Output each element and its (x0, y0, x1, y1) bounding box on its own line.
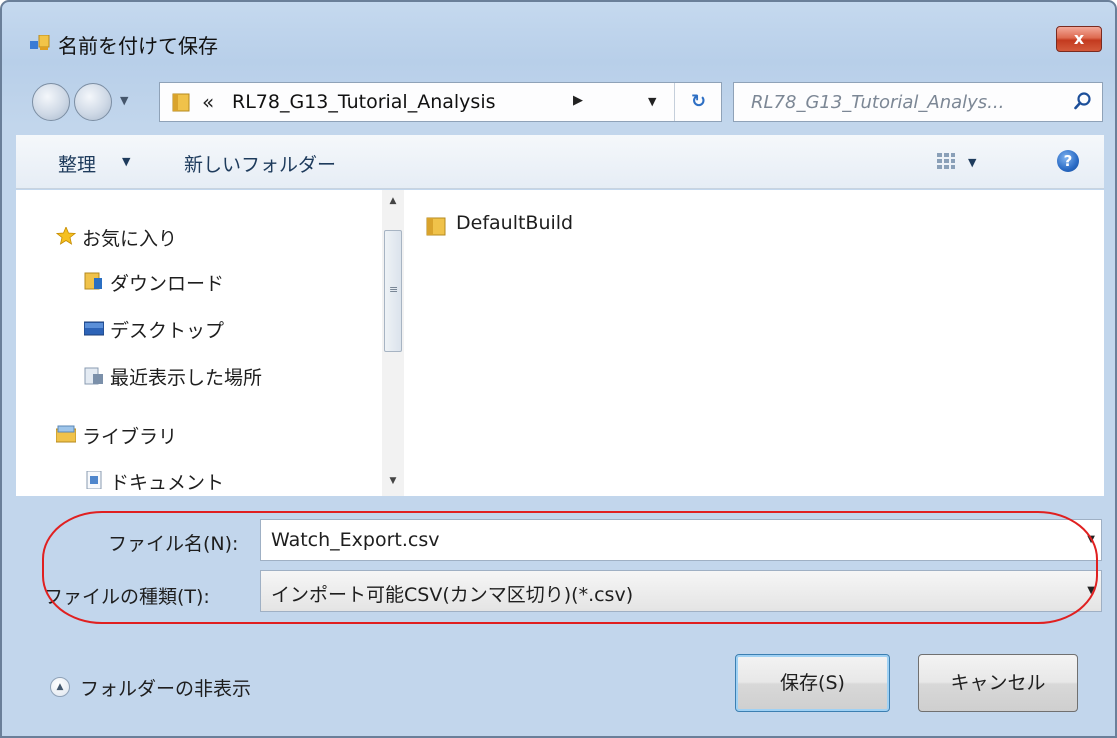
new-folder-button[interactable]: 新しいフォルダー (184, 150, 336, 177)
documents-icon (86, 471, 102, 489)
address-overflow-chevron[interactable]: « (202, 90, 214, 114)
nav-item-favorites[interactable]: お気に入り (82, 224, 177, 251)
file-type-label: ファイルの種類(T): (44, 586, 210, 608)
refresh-icon[interactable]: ↻ (674, 83, 722, 121)
nav-pane-scrollbar[interactable]: ▲ ≡ ▼ (382, 190, 404, 496)
organize-dropdown-icon[interactable]: ▼ (122, 155, 130, 168)
address-separator-arrow[interactable]: ▶ (573, 93, 583, 108)
organize-menu[interactable]: 整理 (58, 150, 96, 177)
navigation-pane: お気に入り ダウンロード デスクトップ 最近表示した場所 ライブラリ ドキュメン… (16, 190, 396, 496)
file-name-field[interactable]: Watch_Export.csv ▼ (260, 519, 1102, 561)
file-type-select[interactable]: インポート可能CSV(カンマ区切り)(*.csv) ▼ (260, 570, 1102, 612)
collapse-up-icon[interactable]: ▲ (50, 677, 70, 697)
nav-item-desktop[interactable]: デスクトップ (110, 316, 224, 343)
title-bar: 名前を付けて保存 x (2, 2, 1115, 62)
file-name-defaultbuild[interactable]: DefaultBuild (456, 212, 573, 234)
nav-item-libraries[interactable]: ライブラリ (82, 422, 177, 449)
nav-item-recent-places[interactable]: 最近表示した場所 (110, 363, 262, 390)
address-path[interactable]: RL78_G13_Tutorial_Analysis (232, 91, 496, 113)
scroll-up-arrow-icon[interactable]: ▲ (382, 196, 404, 206)
nav-item-downloads[interactable]: ダウンロード (110, 269, 224, 296)
view-options-icon[interactable] (936, 152, 956, 170)
save-button[interactable]: 保存(S) (735, 654, 890, 712)
recent-places-icon (84, 367, 103, 385)
address-dropdown-icon[interactable]: ▼ (648, 95, 656, 108)
close-button[interactable]: x (1056, 26, 1102, 52)
save-dialog-icon (30, 35, 50, 50)
folder-icon (172, 93, 190, 112)
search-placeholder: RL78_G13_Tutorial_Analys... (751, 92, 1005, 113)
hide-folders-label[interactable]: フォルダーの非表示 (80, 674, 251, 701)
window-title: 名前を付けて保存 (58, 34, 218, 58)
back-button[interactable] (32, 83, 70, 121)
scrollbar-thumb[interactable]: ≡ (384, 230, 402, 352)
file-type-value[interactable]: インポート可能CSV(カンマ区切り)(*.csv) (271, 580, 633, 607)
address-bar[interactable]: « RL78_G13_Tutorial_Analysis ▶ ▼ ↻ (159, 82, 722, 122)
recent-pages-dropdown-icon[interactable]: ▼ (120, 94, 132, 110)
forward-button[interactable] (74, 83, 112, 121)
libraries-icon (56, 425, 76, 443)
scroll-down-arrow-icon[interactable]: ▼ (382, 476, 404, 486)
view-dropdown-icon[interactable]: ▼ (968, 156, 976, 169)
star-icon (56, 227, 76, 245)
desktop-icon (84, 321, 104, 336)
scroll-grip-icon: ≡ (389, 283, 399, 296)
command-bar: 整理 ▼ 新しいフォルダー ▼ ? (16, 135, 1104, 189)
file-name-label: ファイル名(N): (108, 533, 239, 555)
help-icon[interactable]: ? (1057, 150, 1079, 172)
save-as-dialog: 名前を付けて保存 x ▼ « RL78_G13_Tutorial_Analysi… (0, 0, 1117, 738)
file-type-dropdown-icon[interactable]: ▼ (1087, 585, 1095, 596)
nav-item-documents[interactable]: ドキュメント (110, 468, 224, 495)
file-list: DefaultBuild (426, 190, 1104, 496)
search-input[interactable]: RL78_G13_Tutorial_Analys... (733, 82, 1103, 122)
file-name-value[interactable]: Watch_Export.csv (271, 529, 439, 551)
downloads-icon (84, 272, 102, 290)
folder-icon (426, 217, 446, 236)
file-name-dropdown-icon[interactable]: ▼ (1087, 534, 1095, 545)
cancel-button[interactable]: キャンセル (918, 654, 1078, 712)
content-area: お気に入り ダウンロード デスクトップ 最近表示した場所 ライブラリ ドキュメン… (16, 190, 1104, 496)
search-icon[interactable] (1074, 92, 1092, 110)
